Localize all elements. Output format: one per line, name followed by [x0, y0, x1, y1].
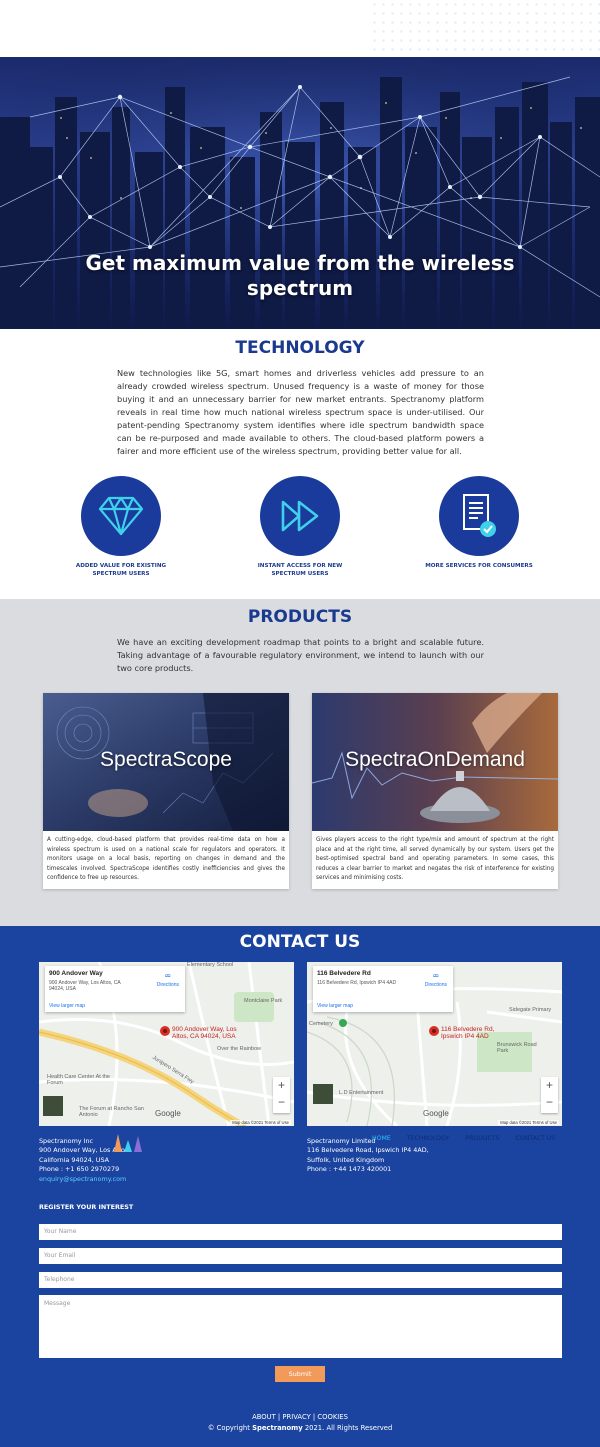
telephone-input[interactable]: Telephone — [39, 1272, 562, 1288]
spectrascope-image: SpectraScope — [43, 693, 289, 831]
directions-icon: ⮹ — [164, 972, 172, 981]
products-paragraph: We have an exciting development roadmap … — [117, 637, 484, 673]
uk-address-block: Spectranomy Limited 116 Belvedere Road, … — [307, 1137, 429, 1175]
map-label: The Forum at Rancho San Antonio — [79, 1106, 144, 1118]
google-logo: Google — [423, 1109, 449, 1118]
register-heading: REGISTER YOUR INTEREST — [39, 1203, 134, 1211]
map-label: Elementary School — [187, 962, 234, 968]
map-label: Cemetery — [309, 1021, 333, 1027]
technology-heading: TECHNOLOGY — [235, 338, 365, 358]
spectrum-logo-icon — [114, 1134, 142, 1152]
footer-links: ABOUT | PRIVACY | COOKIES — [252, 1413, 348, 1421]
map-pin-label: 116 Belvedere Rd, Ipswich IP4 4AD — [441, 1026, 495, 1040]
email-link[interactable]: enquiry@spectranomy.com — [39, 1175, 126, 1183]
map-place-address: 116 Belvedere Rd, Ipswich IP4 4AD — [317, 980, 397, 986]
map-ipswich[interactable]: 116 Belvedere Rd 116 Belvedere Rd, Ipswi… — [307, 962, 562, 1126]
view-larger-map-link[interactable]: View larger map — [49, 1003, 85, 1009]
product-description: Gives players access to the right type/m… — [316, 837, 554, 882]
map-label: L.D Entertainment — [339, 1090, 384, 1096]
zoom-in-button[interactable]: + — [273, 1077, 290, 1094]
copyright-suffix: 2021. All Rights Reserved — [302, 1424, 393, 1432]
feature-more-services: MORE SERVICES FOR CONSUMERS — [424, 476, 534, 570]
privacy-link[interactable]: PRIVACY — [282, 1413, 310, 1421]
directions-label: Directions — [156, 982, 179, 988]
directions-link[interactable]: ⮹ Directions — [425, 972, 447, 988]
map-info-box: 116 Belvedere Rd 116 Belvedere Rd, Ipswi… — [313, 966, 453, 1012]
map-zoom-controls[interactable]: + − — [273, 1077, 290, 1113]
cookies-link[interactable]: COOKIES — [317, 1413, 348, 1421]
document-check-icon — [439, 476, 519, 556]
map-zoom-controls[interactable]: + − — [541, 1077, 558, 1113]
contact-heading: CONTACT US — [239, 932, 361, 952]
product-card-spectrascope[interactable]: SpectraScope A cutting-edge, cloud-based… — [43, 693, 289, 889]
map-label: Brunswick Road Park — [497, 1042, 537, 1054]
map-label: Health Care Center At the Forum — [47, 1074, 110, 1086]
nav-products[interactable]: PRODUCTS — [465, 1135, 499, 1142]
feature-label: MORE SERVICES FOR CONSUMERS — [425, 563, 533, 569]
map-data-attribution[interactable]: Map data ©2021 Terms of Use — [498, 1120, 559, 1125]
map-pin-label: 900 Andover Way, Los Altos, CA 94024, US… — [172, 1026, 237, 1040]
nav-home[interactable]: HOME — [372, 1135, 391, 1142]
nav-contact-us[interactable]: CONTACT US — [515, 1135, 555, 1142]
map-place-address: 900 Andover Way, Los Altos, CA 94024, US… — [49, 980, 121, 992]
technology-paragraph: New technologies like 5G, smart homes an… — [117, 368, 484, 456]
directions-icon: ⮹ — [432, 972, 440, 981]
feature-instant-access: INSTANT ACCESS FOR NEW SPECTRUM USERS — [245, 476, 355, 578]
zoom-out-button[interactable]: − — [273, 1094, 290, 1111]
map-los-altos[interactable]: 900 Andover Way 900 Andover Way, Los Alt… — [39, 962, 294, 1126]
map-label: Sidegate Primary — [509, 1007, 552, 1013]
copyright: © Copyright Spectranomy 2021. All Rights… — [0, 1424, 600, 1432]
zoom-out-button[interactable]: − — [541, 1094, 558, 1111]
message-textarea[interactable]: Message — [39, 1295, 562, 1358]
about-link[interactable]: ABOUT — [252, 1413, 276, 1421]
top-header-bar — [0, 0, 600, 57]
address-line: 116 Belvedere Road, Ipswich IP4 4AD, — [307, 1146, 429, 1155]
diamond-icon — [81, 476, 161, 556]
directions-link[interactable]: ⮹ Directions — [157, 972, 179, 988]
product-name: SpectraOnDemand — [345, 748, 525, 771]
name-input[interactable]: Your Name — [39, 1224, 562, 1240]
product-card-spectraondemand[interactable]: SpectraOnDemand Gives players access to … — [312, 693, 558, 889]
email-input[interactable]: Your Email — [39, 1248, 562, 1264]
nav-technology[interactable]: TECHNOLOGY — [407, 1135, 450, 1142]
products-heading: PRODUCTS — [247, 607, 353, 627]
map-label: Over the Rainbow — [217, 1046, 262, 1052]
submit-button[interactable]: Submit — [275, 1366, 325, 1382]
feature-label: ADDED VALUE FOR EXISTING SPECTRUM USERS — [75, 563, 167, 577]
dot-pattern-decoration — [370, 0, 600, 57]
directions-label: Directions — [424, 982, 447, 988]
phone-number: Phone : +44 1473 420001 — [307, 1165, 392, 1174]
google-logo: Google — [155, 1109, 181, 1118]
brand-name: Spectranomy — [252, 1424, 303, 1432]
view-larger-map-link[interactable]: View larger map — [317, 1003, 353, 1009]
map-label: Montclaire Park — [244, 998, 283, 1004]
copyright-prefix: © Copyright — [207, 1424, 253, 1432]
phone-number: Phone : +1 650 2970279 — [39, 1165, 120, 1174]
address-line: Suffolk, United Kingdom — [307, 1155, 385, 1164]
footer-nav: HOME TECHNOLOGY PRODUCTS CONTACT US — [372, 1135, 569, 1142]
fast-forward-icon — [260, 476, 340, 556]
map-info-box: 900 Andover Way 900 Andover Way, Los Alt… — [45, 966, 185, 1012]
spectraondemand-image: SpectraOnDemand — [312, 693, 558, 831]
zoom-in-button[interactable]: + — [541, 1077, 558, 1094]
hero-title: Get maximum value from the wireless spec… — [85, 251, 515, 300]
product-name: SpectraScope — [100, 748, 232, 771]
hero-banner: Get maximum value from the wireless spec… — [0, 57, 600, 329]
feature-label: INSTANT ACCESS FOR NEW SPECTRUM USERS — [257, 563, 343, 577]
map-data-attribution[interactable]: Map data ©2021 Terms of Use — [230, 1120, 291, 1125]
product-description: A cutting-edge, cloud-based platform tha… — [47, 837, 285, 882]
address-line: California 94024, USA — [39, 1155, 109, 1164]
feature-added-value: ADDED VALUE FOR EXISTING SPECTRUM USERS — [66, 476, 176, 578]
